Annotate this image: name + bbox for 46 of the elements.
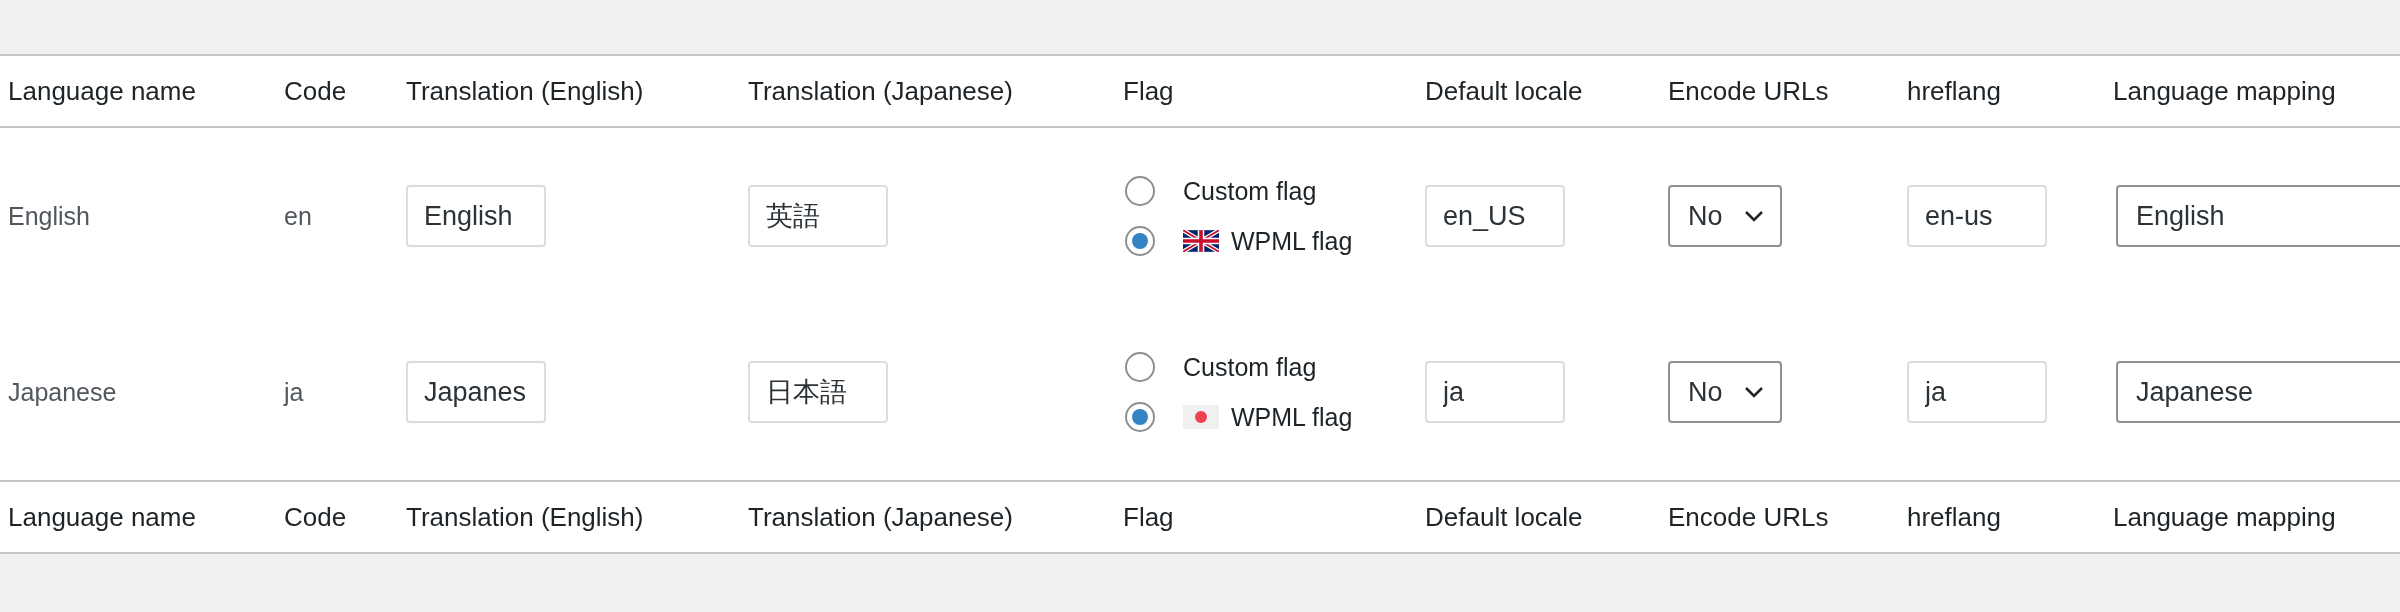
column-header: hreflang [1899,55,2105,127]
column-header: Code [276,481,398,553]
column-header: Language name [0,55,276,127]
column-header: Default locale [1417,55,1660,127]
radio-button[interactable] [1125,352,1155,382]
language-code: en [284,201,312,230]
chevron-down-icon [1744,386,1764,398]
column-header: Encode URLs [1660,481,1899,553]
column-header: Default locale [1417,481,1660,553]
language-name: Japanese [8,377,117,406]
column-header: Language mapping [2105,481,2400,553]
column-header: Language mapping [2105,55,2400,127]
translation-input[interactable]: 英語 [748,185,888,247]
encode-urls-select[interactable]: No [1668,361,1782,423]
language-code: ja [284,377,304,406]
language-mapping-select[interactable]: Japanese [2116,361,2400,423]
encode-urls-select[interactable]: No [1668,185,1782,247]
hreflang-input[interactable]: en-us [1907,185,2047,247]
radio-label: Custom flag [1183,176,1317,206]
column-header: Translation (English) [398,481,740,553]
translation-input[interactable]: English [406,185,546,247]
union-jack-flag-icon [1183,230,1219,252]
radio-button[interactable] [1125,226,1155,256]
locale-input[interactable]: ja [1425,361,1565,423]
radio-button[interactable] [1125,402,1155,432]
column-header: Flag [1115,481,1417,553]
radio-label: Custom flag [1183,352,1317,382]
translation-input[interactable]: 日本語 [748,361,888,423]
column-header: Encode URLs [1660,55,1899,127]
column-header: hreflang [1899,481,2105,553]
column-header: Flag [1115,55,1417,127]
chevron-down-icon [1744,210,1764,222]
radio-button[interactable] [1125,176,1155,206]
column-header: Translation (Japanese) [740,481,1115,553]
column-header: Code [276,55,398,127]
hreflang-input[interactable]: ja [1907,361,2047,423]
locale-input[interactable]: en_US [1425,185,1565,247]
language-mapping-select[interactable]: English [2116,185,2400,247]
column-header: Language name [0,481,276,553]
column-header: Translation (Japanese) [740,55,1115,127]
radio-label: WPML flag [1231,226,1353,256]
column-header: Translation (English) [398,55,740,127]
japan-flag-icon [1183,405,1219,429]
language-name: English [8,201,90,230]
radio-label: WPML flag [1231,402,1353,432]
translation-input[interactable]: Japanes [406,361,546,423]
